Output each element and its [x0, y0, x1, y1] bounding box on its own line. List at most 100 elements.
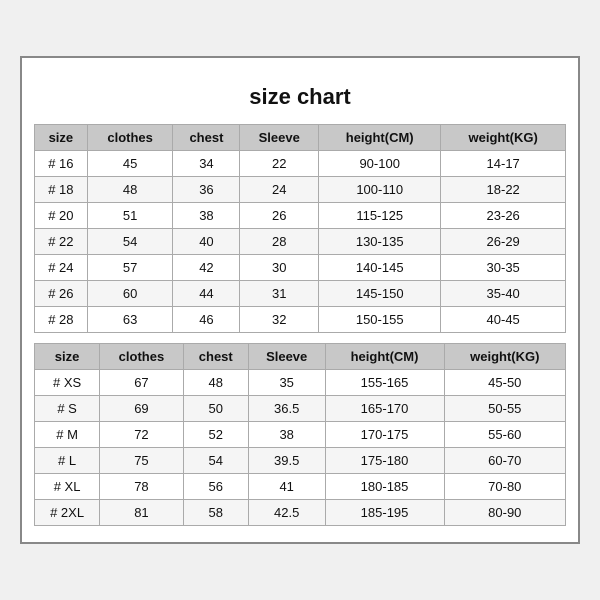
table-cell: # 22: [35, 229, 88, 255]
table-cell: 60-70: [444, 448, 565, 474]
table-cell: 55-60: [444, 422, 565, 448]
table1-header-row: sizeclotheschestSleeveheight(CM)weight(K…: [35, 125, 566, 151]
table1-header-cell: chest: [173, 125, 240, 151]
table-cell: 31: [240, 281, 319, 307]
table-cell: # 18: [35, 177, 88, 203]
table-row: # XS674835155-16545-50: [35, 370, 566, 396]
table-cell: 36.5: [248, 396, 325, 422]
table-cell: 38: [248, 422, 325, 448]
table-cell: 40: [173, 229, 240, 255]
table-cell: 81: [100, 500, 184, 526]
table-cell: 54: [183, 448, 248, 474]
table-cell: 155-165: [325, 370, 444, 396]
table-cell: 18-22: [441, 177, 566, 203]
table-cell: # 2XL: [35, 500, 100, 526]
table2-header-row: sizeclotheschestSleeveheight(CM)weight(K…: [35, 344, 566, 370]
table-cell: 23-26: [441, 203, 566, 229]
table1-header-cell: size: [35, 125, 88, 151]
table-cell: 130-135: [319, 229, 441, 255]
table-row: # 1645342290-10014-17: [35, 151, 566, 177]
size-chart-container: size chart sizeclotheschestSleeveheight(…: [20, 56, 580, 544]
table-cell: 67: [100, 370, 184, 396]
table-cell: 46: [173, 307, 240, 333]
table-cell: 175-180: [325, 448, 444, 474]
table-cell: # M: [35, 422, 100, 448]
table-cell: 140-145: [319, 255, 441, 281]
table-cell: 41: [248, 474, 325, 500]
table-cell: 54: [87, 229, 173, 255]
table-cell: 22: [240, 151, 319, 177]
table-row: # 2XL815842.5185-19580-90: [35, 500, 566, 526]
table-cell: 51: [87, 203, 173, 229]
table-cell: 14-17: [441, 151, 566, 177]
table-row: # L755439.5175-18060-70: [35, 448, 566, 474]
table-cell: 185-195: [325, 500, 444, 526]
table-row: # 18483624100-11018-22: [35, 177, 566, 203]
table-cell: 56: [183, 474, 248, 500]
table-cell: 78: [100, 474, 184, 500]
table-cell: 48: [183, 370, 248, 396]
table-cell: # 24: [35, 255, 88, 281]
table-cell: 36: [173, 177, 240, 203]
table-cell: 60: [87, 281, 173, 307]
table-cell: 180-185: [325, 474, 444, 500]
table-cell: # S: [35, 396, 100, 422]
table-cell: 150-155: [319, 307, 441, 333]
table-cell: 42.5: [248, 500, 325, 526]
size-table-2: sizeclotheschestSleeveheight(CM)weight(K…: [34, 343, 566, 526]
table-cell: 39.5: [248, 448, 325, 474]
table-cell: # XS: [35, 370, 100, 396]
table-cell: 170-175: [325, 422, 444, 448]
table-cell: # 16: [35, 151, 88, 177]
table-cell: 115-125: [319, 203, 441, 229]
table1-header-cell: Sleeve: [240, 125, 319, 151]
table-cell: 70-80: [444, 474, 565, 500]
table2-header-cell: weight(KG): [444, 344, 565, 370]
table-cell: # L: [35, 448, 100, 474]
table-cell: 75: [100, 448, 184, 474]
table-cell: # XL: [35, 474, 100, 500]
table-row: # XL785641180-18570-80: [35, 474, 566, 500]
table-cell: 48: [87, 177, 173, 203]
table1-header-cell: clothes: [87, 125, 173, 151]
table2-body: # XS674835155-16545-50# S695036.5165-170…: [35, 370, 566, 526]
table-cell: 40-45: [441, 307, 566, 333]
size-table-1: sizeclotheschestSleeveheight(CM)weight(K…: [34, 124, 566, 333]
table2-header-cell: clothes: [100, 344, 184, 370]
table-cell: # 26: [35, 281, 88, 307]
chart-title: size chart: [34, 74, 566, 124]
table-row: # S695036.5165-17050-55: [35, 396, 566, 422]
table-row: # 24574230140-14530-35: [35, 255, 566, 281]
table-cell: 42: [173, 255, 240, 281]
table-cell: 45: [87, 151, 173, 177]
table-cell: 90-100: [319, 151, 441, 177]
table-cell: 35: [248, 370, 325, 396]
table-cell: 38: [173, 203, 240, 229]
table2-header: sizeclotheschestSleeveheight(CM)weight(K…: [35, 344, 566, 370]
table1-header-cell: height(CM): [319, 125, 441, 151]
table-cell: 50: [183, 396, 248, 422]
table-cell: 100-110: [319, 177, 441, 203]
table-cell: 69: [100, 396, 184, 422]
table1-header-cell: weight(KG): [441, 125, 566, 151]
table2-header-cell: size: [35, 344, 100, 370]
table-cell: 72: [100, 422, 184, 448]
table-cell: 32: [240, 307, 319, 333]
table-cell: # 20: [35, 203, 88, 229]
table-row: # 20513826115-12523-26: [35, 203, 566, 229]
table-cell: 28: [240, 229, 319, 255]
table-cell: 26-29: [441, 229, 566, 255]
table-cell: 80-90: [444, 500, 565, 526]
table1-header: sizeclotheschestSleeveheight(CM)weight(K…: [35, 125, 566, 151]
table-row: # M725238170-17555-60: [35, 422, 566, 448]
table2-header-cell: chest: [183, 344, 248, 370]
table-cell: 26: [240, 203, 319, 229]
table-cell: 58: [183, 500, 248, 526]
table-row: # 28634632150-15540-45: [35, 307, 566, 333]
table2-header-cell: height(CM): [325, 344, 444, 370]
table-row: # 26604431145-15035-40: [35, 281, 566, 307]
table-cell: 45-50: [444, 370, 565, 396]
table-cell: 52: [183, 422, 248, 448]
table-cell: 165-170: [325, 396, 444, 422]
table-cell: # 28: [35, 307, 88, 333]
